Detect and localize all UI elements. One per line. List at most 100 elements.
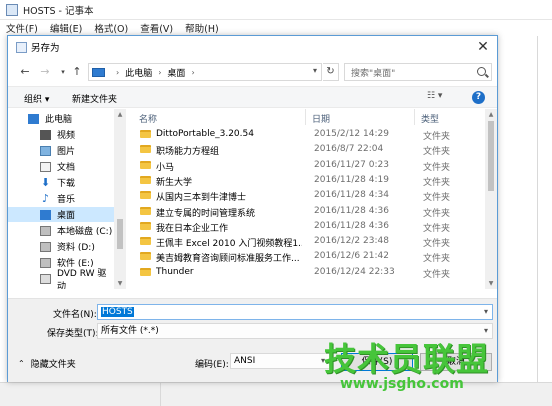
- menu-view[interactable]: 查看(V): [140, 21, 173, 35]
- nav-item-dvd[interactable]: DVD RW 驱动: [8, 269, 114, 289]
- nav-label: 此电脑: [45, 115, 73, 125]
- menu-help[interactable]: 帮助(H): [185, 21, 219, 35]
- column-type[interactable]: 类型: [421, 112, 439, 125]
- file-date: 2016/11/28 4:19: [314, 174, 389, 185]
- pc-icon: [92, 67, 105, 77]
- file-type: 文件夹: [423, 147, 451, 158]
- file-row[interactable]: Thunder 2016/12/24 22:33 文件夹: [129, 265, 485, 280]
- file-row[interactable]: 建立专属的时间管理系统 2016/11/28 4:36 文件夹: [129, 204, 485, 219]
- nav-item-videos[interactable]: 视频: [8, 127, 114, 142]
- scroll-down-icon[interactable]: ▼: [487, 280, 495, 287]
- notepad-titlebar: HOSTS - 记事本: [0, 0, 552, 20]
- folder-icon: [140, 267, 151, 276]
- notepad-icon: [6, 3, 18, 16]
- nav-item-music[interactable]: ♪ 音乐: [8, 191, 114, 206]
- help-icon[interactable]: ?: [472, 91, 485, 104]
- watermark-title: 技术员联盟: [324, 340, 490, 378]
- search-input[interactable]: 搜索"桌面": [344, 63, 492, 81]
- folder-icon: [140, 252, 151, 261]
- encoding-select[interactable]: ANSI ▾: [230, 353, 330, 369]
- scroll-thumb[interactable]: [488, 121, 494, 191]
- folder-icon: [140, 130, 151, 138]
- scroll-down-icon[interactable]: ▼: [116, 280, 124, 287]
- download-icon: ⬇: [40, 175, 51, 189]
- chevron-down-icon[interactable]: ▾: [313, 66, 317, 75]
- back-arrow-icon[interactable]: ←: [18, 65, 32, 79]
- folder-icon: [140, 160, 151, 169]
- chevron-down-icon[interactable]: ▾: [484, 305, 488, 319]
- folder-icon: [140, 206, 151, 215]
- file-type: 文件夹: [423, 269, 451, 280]
- address-bar[interactable]: › 此电脑 › 桌面 › ▾: [88, 63, 322, 81]
- nav-item-pictures[interactable]: 图片: [8, 143, 114, 158]
- hide-folders-toggle[interactable]: ⌃ 隐藏文件夹: [18, 357, 76, 370]
- file-type: 文件夹: [423, 208, 451, 219]
- file-date: 2016/8/7 22:04: [314, 144, 384, 155]
- file-row[interactable]: 美吉姆教育咨询顾问标准服务工作... 2016/12/6 21:42 文件夹: [129, 249, 485, 264]
- filetype-label: 保存类型(T):: [47, 329, 99, 339]
- nav-label: 文档: [57, 163, 76, 173]
- search-placeholder: 搜索"桌面": [351, 68, 396, 79]
- documents-icon: [40, 161, 51, 172]
- notepad-title: HOSTS - 记事本: [23, 5, 94, 17]
- file-row[interactable]: 小马 2016/11/27 0:23 文件夹: [129, 158, 485, 173]
- dialog-toolbar: 组织 ▾ 新建文件夹 ☷ ▾ ?: [8, 86, 497, 108]
- hide-folders-label: 隐藏文件夹: [30, 360, 76, 370]
- filename-label: 文件名(N):: [53, 310, 97, 320]
- dialog-title: 另存为: [31, 43, 60, 54]
- nav-item-documents[interactable]: 文档: [8, 159, 114, 174]
- breadcrumb-this-pc[interactable]: 此电脑: [125, 66, 152, 79]
- new-folder-button[interactable]: 新建文件夹: [72, 92, 117, 105]
- music-icon: ♪: [41, 191, 50, 205]
- filename-value: HOSTS: [101, 307, 134, 317]
- file-row[interactable]: 职场能力方程组 2016/8/7 22:04 文件夹: [129, 142, 485, 157]
- drive-icon: [40, 225, 51, 236]
- file-row[interactable]: 新生大学 2016/11/28 4:19 文件夹: [129, 173, 485, 188]
- nav-item-desktop[interactable]: 桌面: [8, 207, 114, 222]
- menu-edit[interactable]: 编辑(E): [50, 21, 82, 35]
- file-date: 2016/11/28 4:36: [314, 220, 389, 231]
- computer-icon: [28, 113, 39, 124]
- nav-scrollbar[interactable]: ▲ ▼: [114, 109, 126, 289]
- file-row[interactable]: DittoPortable_3.20.54 2015/2/12 14:29 文件夹: [129, 127, 485, 142]
- watermark-url: www.jsgho.com: [340, 376, 464, 392]
- folder-icon: [140, 145, 151, 154]
- file-row[interactable]: 从国内三本到牛津博士 2016/11/28 4:34 文件夹: [129, 188, 485, 203]
- menu-format[interactable]: 格式(O): [94, 21, 128, 35]
- menu-file[interactable]: 文件(F): [6, 21, 38, 35]
- column-name[interactable]: 名称: [139, 112, 157, 125]
- folder-icon: [140, 175, 151, 184]
- save-as-dialog: 另存为 ✕ ← → ▾ ↑ › 此电脑 › 桌面 › ▾ ↻ 搜索"桌面" 组织…: [7, 35, 498, 382]
- view-options-icon[interactable]: ☷ ▾: [427, 91, 449, 103]
- file-list-scrollbar[interactable]: ▲ ▼: [485, 109, 497, 289]
- breadcrumb-desktop[interactable]: 桌面: [167, 66, 185, 79]
- file-name: 我在日本企业工作: [156, 223, 229, 234]
- recent-dropdown-icon[interactable]: ▾: [56, 65, 70, 79]
- scroll-up-icon[interactable]: ▲: [116, 111, 124, 118]
- column-date[interactable]: 日期: [312, 112, 330, 125]
- search-icon: [477, 67, 486, 76]
- encoding-value: ANSI: [234, 356, 256, 366]
- file-row[interactable]: 王佩丰 Excel 2010 入门视频教程1... 2016/12/2 23:48…: [129, 234, 485, 249]
- scroll-up-icon[interactable]: ▲: [487, 111, 495, 118]
- nav-item-drive-d[interactable]: 资料 (D:): [8, 239, 114, 254]
- organize-button[interactable]: 组织 ▾: [24, 92, 49, 105]
- file-date: 2016/11/28 4:34: [314, 190, 389, 201]
- scroll-thumb[interactable]: [117, 219, 123, 249]
- file-name: Thunder: [156, 266, 194, 277]
- forward-arrow-icon[interactable]: →: [38, 65, 52, 79]
- folder-icon: [140, 237, 151, 246]
- filename-field[interactable]: HOSTS ▾: [97, 304, 493, 320]
- navigation-pane: 此电脑 视频 图片 文档 ⬇ 下载 ♪ 音乐 桌面 本地磁盘 (C:) 资料 (…: [8, 109, 126, 289]
- dialog-icon: [16, 41, 27, 53]
- nav-item-drive-c[interactable]: 本地磁盘 (C:): [8, 223, 114, 238]
- close-icon[interactable]: ✕: [475, 39, 491, 55]
- file-row[interactable]: 我在日本企业工作 2016/11/28 4:36 文件夹: [129, 219, 485, 234]
- nav-label: 视频: [57, 131, 76, 141]
- navigation-bar: ← → ▾ ↑ › 此电脑 › 桌面 › ▾ ↻ 搜索"桌面": [8, 60, 497, 84]
- nav-item-this-pc[interactable]: 此电脑: [8, 111, 114, 126]
- up-arrow-icon[interactable]: ↑: [70, 65, 84, 79]
- refresh-icon[interactable]: ↻: [323, 63, 339, 81]
- nav-item-downloads[interactable]: ⬇ 下载: [8, 175, 114, 190]
- nav-label: 桌面: [57, 211, 76, 221]
